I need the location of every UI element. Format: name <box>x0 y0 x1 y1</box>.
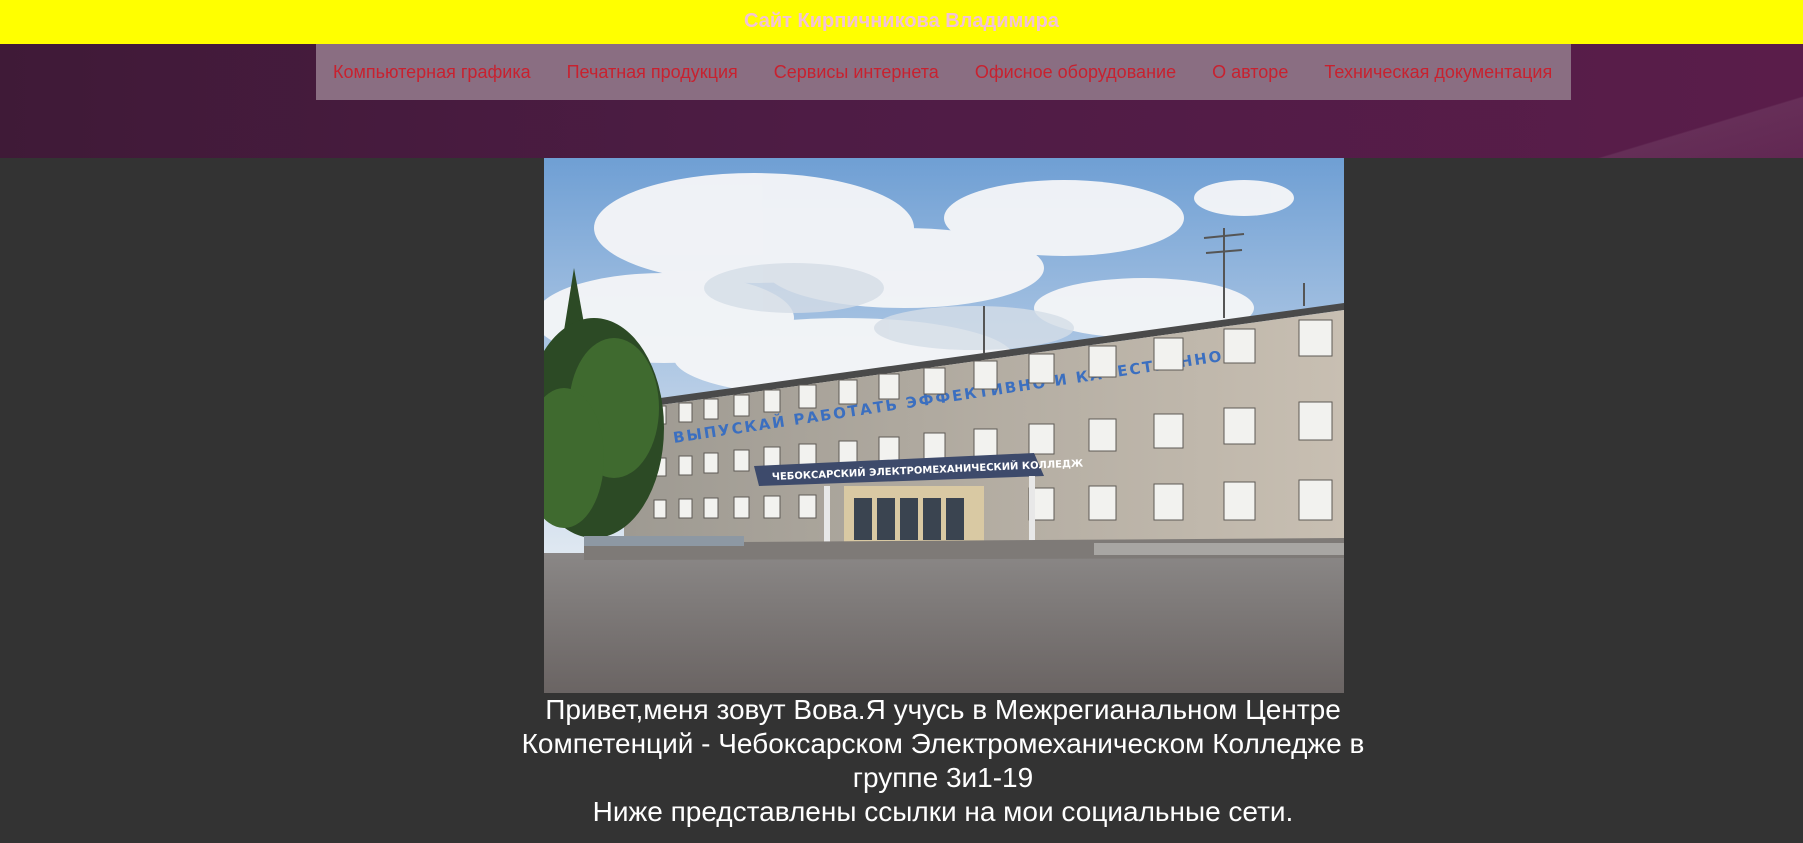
top-banner: Сайт Кирпичникова Владимира <box>0 0 1803 44</box>
nav-item-internet-services[interactable]: Сервисы интернета <box>774 61 939 83</box>
nav-item-office-equipment[interactable]: Офисное оборудование <box>975 61 1176 83</box>
site-title: Сайт Кирпичникова Владимира <box>744 10 1059 32</box>
header-decoration <box>1557 78 1803 158</box>
social-links-caption: Ниже представлены ссылки на мои социальн… <box>592 796 1294 827</box>
intro-text: Привет,меня зовут Вова.Я учусь в Межреги… <box>486 693 1400 829</box>
main-nav: Компьютерная графика Печатная продукция … <box>316 44 1571 100</box>
college-building-photo: ВЫПУСКАЙ РАБОТАТЬ ЭФФЕКТИВНО И КАЧЕСТВЕН… <box>544 158 1344 693</box>
nav-item-computer-graphics[interactable]: Компьютерная графика <box>333 61 531 83</box>
nav-item-printed-products[interactable]: Печатная продукция <box>567 61 738 83</box>
intro-paragraph: Привет,меня зовут Вова.Я учусь в Межреги… <box>521 694 1365 793</box>
nav-item-technical-docs[interactable]: Техническая документация <box>1324 61 1552 83</box>
nav-item-about-author[interactable]: О авторе <box>1212 61 1288 83</box>
